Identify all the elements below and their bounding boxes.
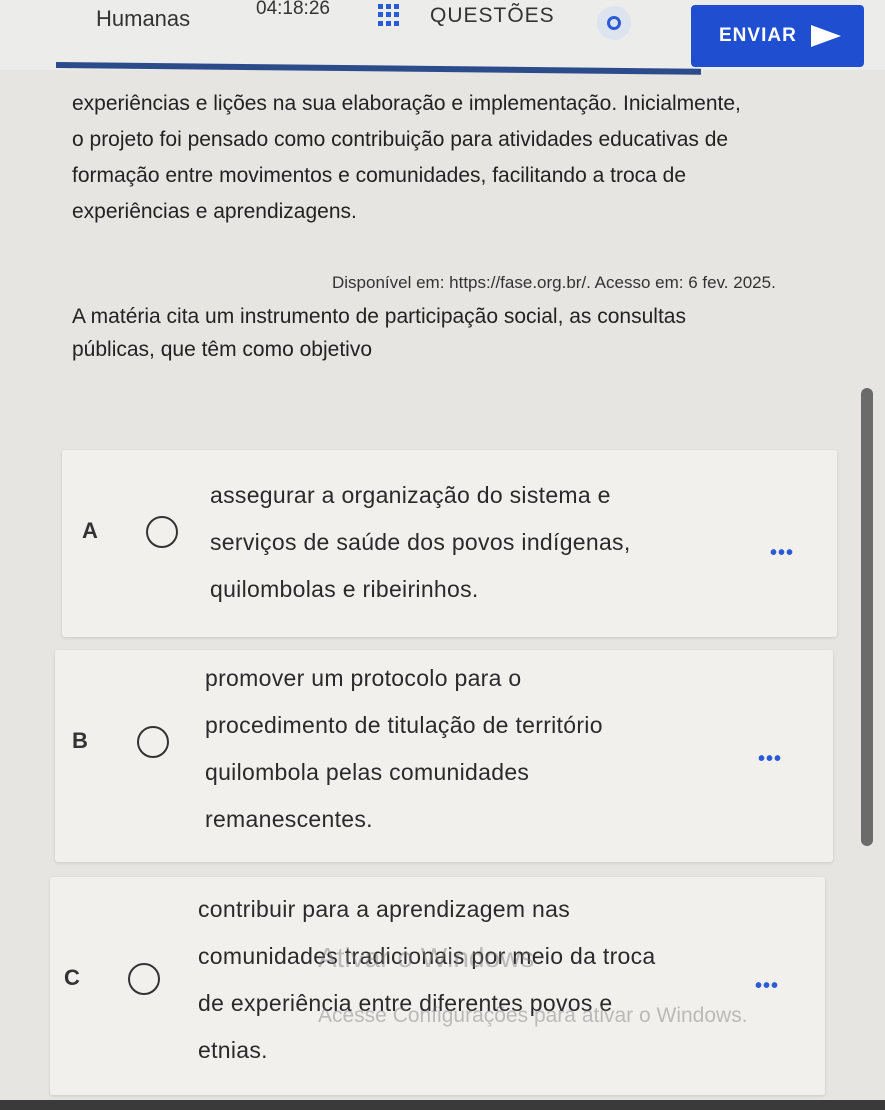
windows-activation-title: Ativar o Windows: [318, 942, 535, 973]
eye-icon[interactable]: [597, 6, 631, 40]
option-c-more-button[interactable]: •••: [755, 975, 779, 998]
option-c-text: contribuir para a aprendizagem nas comun…: [198, 886, 656, 1074]
option-b-radio[interactable]: [137, 726, 169, 758]
send-arrow-icon: [810, 25, 841, 47]
option-a[interactable]: A assegurar a organização do sistema e s…: [62, 450, 837, 637]
option-c-radio[interactable]: [128, 963, 160, 995]
option-b[interactable]: B promover um protocolo para o procedime…: [55, 650, 833, 862]
option-a-line: serviços de saúde dos povos indígenas,: [210, 529, 631, 555]
question-line: A matéria cita um instrumento de partici…: [72, 305, 686, 328]
progress-underline: [55, 62, 701, 75]
scrollbar[interactable]: [861, 388, 873, 846]
option-c-line: contribuir para a aprendizagem nas: [198, 896, 571, 922]
subject-title: Humanas: [96, 6, 191, 31]
option-a-text: assegurar a organização do sistema e ser…: [210, 472, 631, 613]
top-bar: Humanas 04:18:26 QUESTÕES ENVIAR: [0, 0, 885, 75]
option-a-radio[interactable]: [146, 516, 178, 548]
option-b-more-button[interactable]: •••: [758, 748, 782, 771]
bottom-edge: [0, 1100, 885, 1110]
send-button[interactable]: ENVIAR: [691, 5, 864, 67]
option-a-letter: A: [82, 518, 98, 543]
grid-icon[interactable]: [378, 4, 400, 26]
option-c-line: etnias.: [198, 1037, 268, 1063]
passage-source: Disponível em: https://fase.org.br/. Ace…: [332, 273, 776, 292]
questions-menu-button[interactable]: QUESTÕES: [430, 4, 555, 28]
option-b-line: remanescentes.: [205, 806, 373, 832]
option-a-more-button[interactable]: •••: [770, 542, 794, 565]
question-line: públicas, que têm como objetivo: [72, 338, 372, 361]
option-c[interactable]: C contribuir para a aprendizagem nas com…: [50, 877, 825, 1095]
passage-line: experiências e lições na sua elaboração …: [72, 92, 741, 115]
passage-line: formação entre movimentos e comunidades,…: [72, 164, 686, 187]
passage-text: experiências e lições na sua elaboração …: [72, 86, 858, 230]
exam-timer: 04:18:26: [256, 0, 330, 19]
question-stem: A matéria cita um instrumento de partici…: [72, 300, 782, 366]
option-b-letter: B: [72, 728, 88, 753]
option-a-line: assegurar a organização do sistema e: [210, 482, 611, 508]
option-b-line: procedimento de titulação de território: [205, 712, 603, 738]
option-a-line: quilombolas e ribeirinhos.: [210, 576, 479, 602]
option-c-letter: C: [64, 965, 80, 990]
passage-line: o projeto foi pensado como contribuição …: [72, 128, 729, 151]
send-button-label: ENVIAR: [719, 25, 797, 46]
windows-activation-subtitle: Acesse Configurações para ativar o Windo…: [318, 1004, 748, 1027]
option-b-line: quilombola pelas comunidades: [205, 759, 530, 785]
passage-line: experiências e aprendizagens.: [72, 200, 357, 223]
option-b-text: promover um protocolo para o procediment…: [205, 655, 603, 843]
option-b-line: promover um protocolo para o: [205, 665, 522, 691]
